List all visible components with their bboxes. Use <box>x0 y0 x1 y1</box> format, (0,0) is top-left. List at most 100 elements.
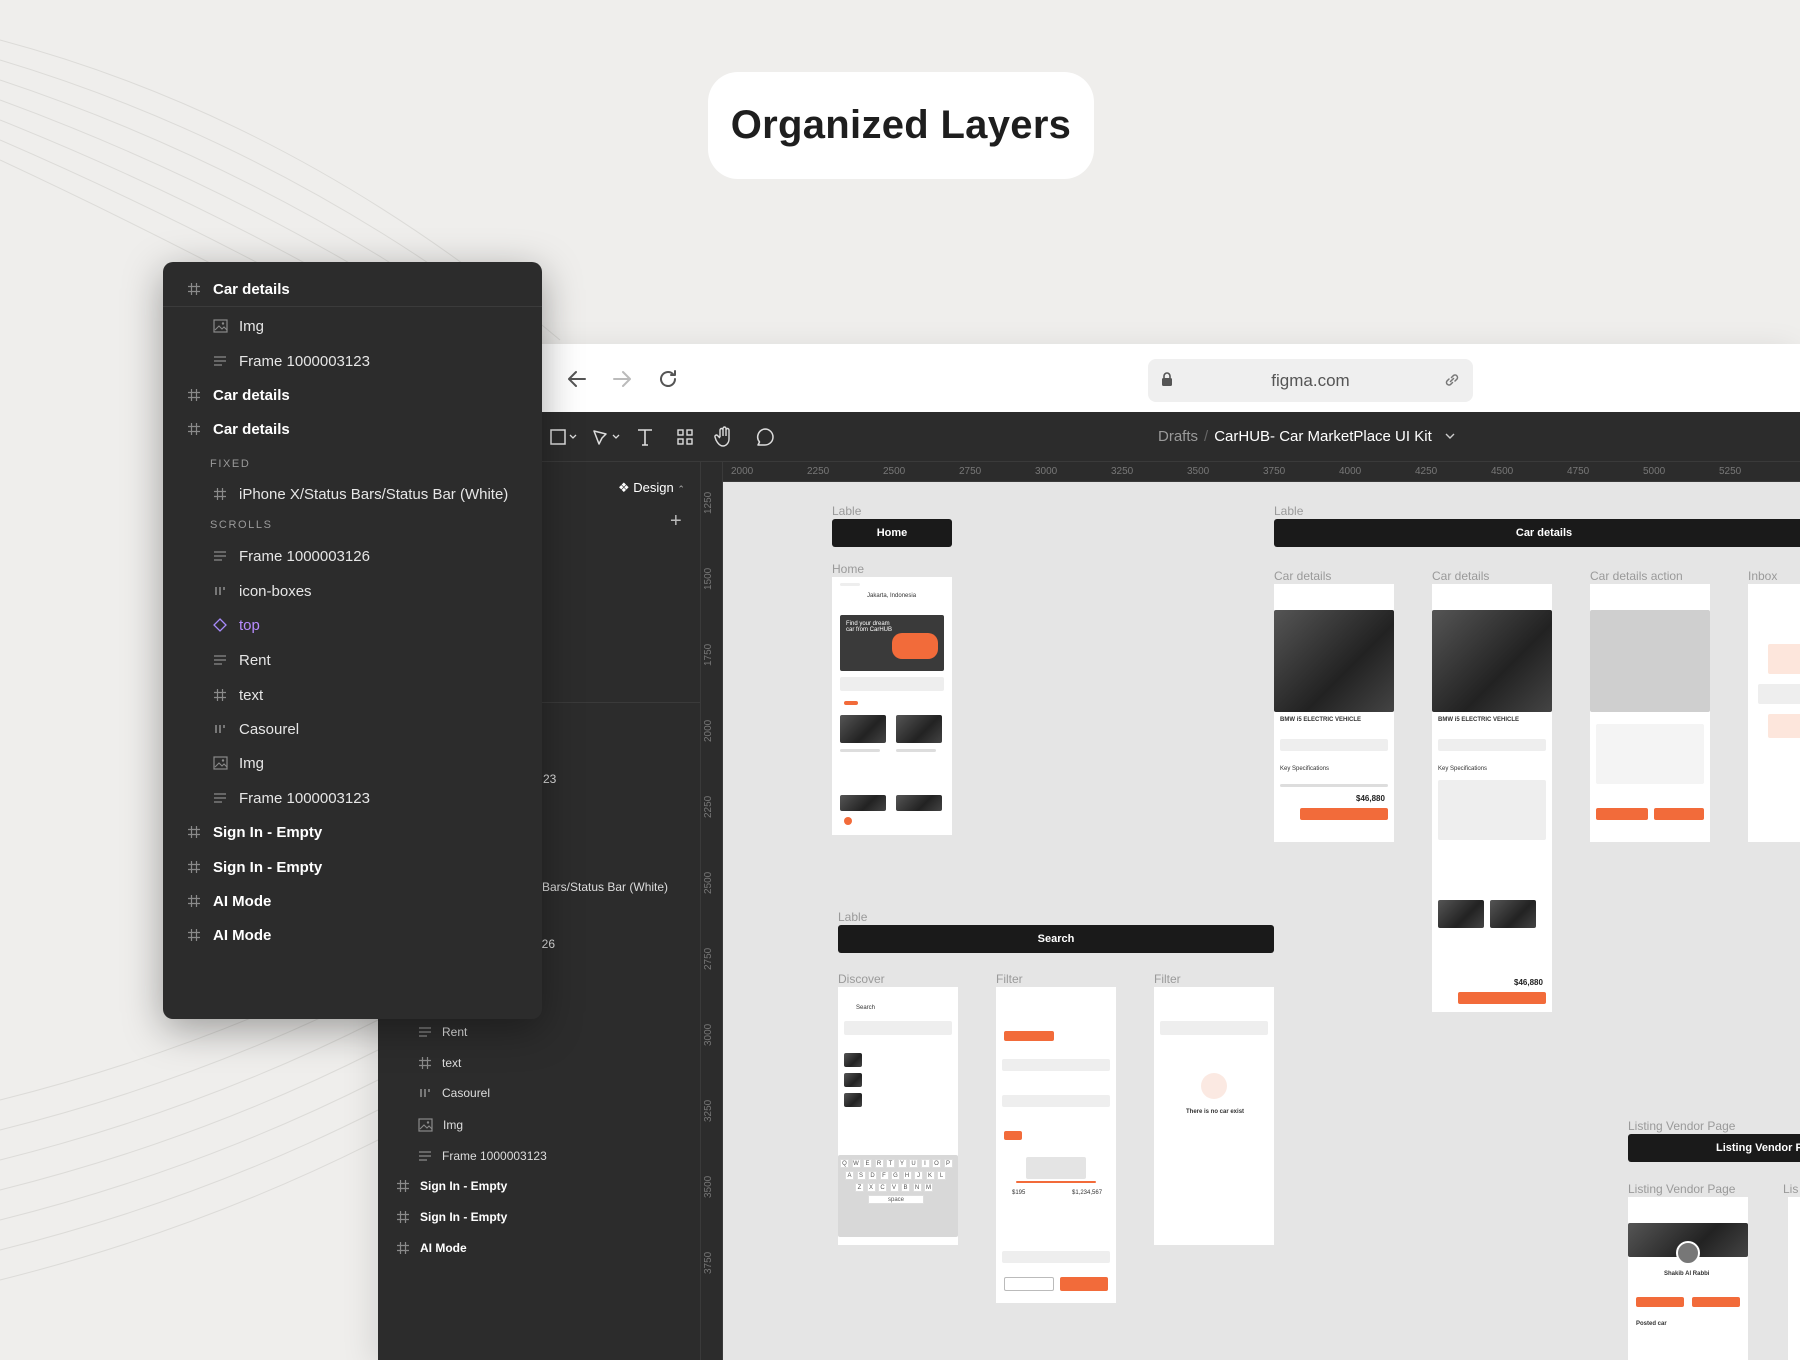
frame-hash-icon <box>396 1179 410 1193</box>
layer-row[interactable]: Sign In - Empty <box>163 854 542 880</box>
ruler-tick: 2750 <box>703 947 714 970</box>
ruler-tick: 5000 <box>1643 466 1666 477</box>
behind-layer-row[interactable]: Img <box>418 1118 463 1132</box>
behind-layer-row[interactable]: Rent <box>418 1025 467 1039</box>
location-text: Jakarta, Indonesia <box>867 593 917 599</box>
keyboard-key: Y <box>897 1159 907 1168</box>
frame-hash-icon <box>185 892 203 910</box>
layer-row[interactable]: Car details <box>163 382 542 408</box>
filter-empty-frame[interactable]: There is no car exist <box>1154 987 1274 1245</box>
breadcrumb-parent[interactable]: Drafts <box>1158 428 1198 445</box>
layer-row[interactable]: Car details <box>163 416 542 442</box>
listing-vendor-frame-2[interactable] <box>1788 1197 1800 1360</box>
car-details-action-frame[interactable] <box>1590 584 1710 842</box>
figma-canvas[interactable]: Lable Home Home Jakarta, Indonesia Find … <box>723 482 1800 1360</box>
ruler-tick: 2500 <box>883 466 906 477</box>
design-tab[interactable]: ❖ Design ⌃ <box>618 480 685 496</box>
filter-frame[interactable]: $195 $1,234,567 <box>996 987 1116 1303</box>
car-title: BMW i5 ELECTRIC VEHICLE <box>1438 717 1520 723</box>
layer-row[interactable]: icon-boxes <box>163 578 542 604</box>
frame-hash-icon <box>396 1241 410 1255</box>
frame-hash-icon <box>185 858 203 876</box>
text-tool[interactable] <box>636 426 654 448</box>
text-lines-icon <box>418 1150 432 1162</box>
behind-layer-row[interactable]: AI Mode <box>396 1241 467 1255</box>
back-button[interactable] <box>562 364 592 394</box>
keyboard-key: I <box>920 1159 930 1168</box>
layer-row[interactable]: Rent <box>163 647 542 673</box>
inbox-frame[interactable] <box>1748 584 1800 842</box>
breadcrumb[interactable]: Drafts / CarHUB- Car MarketPlace UI Kit <box>1158 428 1456 445</box>
layer-row[interactable]: iPhone X/Status Bars/Status Bar (White) <box>163 481 542 507</box>
tab-active <box>844 701 858 705</box>
text-icon <box>638 429 652 446</box>
car-details-frame[interactable]: BMW i5 ELECTRIC VEHICLE Key Specificatio… <box>1432 584 1552 1012</box>
key-specs: Key Specifications <box>1438 766 1488 772</box>
frame-tool[interactable] <box>550 426 580 448</box>
layer-label: AI Mode <box>213 926 272 944</box>
layer-row[interactable]: AI Mode <box>163 922 542 948</box>
price-text: $46,880 <box>1514 978 1543 987</box>
filter-label: Filter <box>1154 972 1181 986</box>
behind-layer-row[interactable]: Casourel <box>418 1086 490 1100</box>
layer-row[interactable]: Img <box>163 313 542 339</box>
text-lines-icon <box>418 1026 432 1038</box>
hand-tool[interactable] <box>714 426 734 448</box>
keyboard-key: Z <box>855 1183 864 1192</box>
reload-button[interactable] <box>653 364 683 394</box>
ruler-tick: 4000 <box>1339 466 1362 477</box>
listing-vendor-frame[interactable]: Shakib Al Rabbi Posted car <box>1628 1197 1748 1360</box>
layer-divider <box>163 306 542 307</box>
chevron-down-icon[interactable] <box>1444 431 1456 441</box>
layer-label: Casourel <box>239 720 300 738</box>
behind-layer-row[interactable]: Frame 1000003123 <box>418 1149 547 1163</box>
behind-layer-row[interactable]: text <box>418 1056 461 1070</box>
layer-row[interactable]: Frame 1000003126 <box>163 543 542 569</box>
behind-layer-row[interactable]: Sign In - Empty <box>396 1179 507 1193</box>
pen-tool[interactable] <box>591 426 623 448</box>
layer-row[interactable]: AI Mode <box>163 888 542 914</box>
arrow-left-icon <box>568 371 586 387</box>
listing-section-bar[interactable]: Listing Vendor P <box>1628 1134 1800 1162</box>
empty-state-icon <box>1201 1073 1227 1099</box>
behind-layer-label: text <box>442 1056 462 1070</box>
add-page-button[interactable]: + <box>670 510 682 533</box>
keyboard-key: M <box>924 1183 933 1192</box>
url-text: figma.com <box>1271 371 1350 390</box>
browser-toolbar: figma.com <box>378 344 1800 412</box>
car-details-frame[interactable]: BMW i5 ELECTRIC VEHICLE Key Specificatio… <box>1274 584 1394 842</box>
discover-label: Discover <box>838 972 885 986</box>
behind-layer-row[interactable]: Sign In - Empty <box>396 1210 507 1224</box>
layer-row[interactable]: Casourel <box>163 716 542 742</box>
layer-row[interactable]: Frame 1000003123 <box>163 348 542 374</box>
frame-hash-icon <box>185 926 203 944</box>
link-icon[interactable] <box>1443 371 1461 394</box>
comment-icon <box>757 428 774 446</box>
address-bar[interactable]: figma.com <box>1148 359 1473 402</box>
section-label: Lable <box>832 504 862 518</box>
keyboard-key: R <box>874 1159 884 1168</box>
car-details-section-bar[interactable]: Car details <box>1274 519 1800 547</box>
frame-hash-icon <box>185 280 203 298</box>
home-section-bar[interactable]: Home <box>832 519 952 547</box>
layer-row[interactable]: Sign In - Empty <box>163 819 542 845</box>
layer-label: top <box>239 616 260 634</box>
forward-button[interactable] <box>607 364 637 394</box>
layer-row[interactable]: Img <box>163 750 542 776</box>
comment-tool[interactable] <box>755 426 775 448</box>
layer-row[interactable]: Frame 1000003123 <box>163 785 542 811</box>
layer-row[interactable]: Car details <box>163 276 542 302</box>
layer-row[interactable]: top <box>163 612 542 638</box>
discover-frame[interactable]: Search Q W E R T Y U I O P A S D F G H J K L Z X C V B N Mspace <box>838 987 958 1245</box>
layer-row[interactable]: text <box>163 682 542 708</box>
keyboard-key: X <box>866 1183 876 1192</box>
chat-bubble <box>1758 684 1800 704</box>
behind-layer-label: Casourel <box>442 1086 491 1100</box>
breadcrumb-file[interactable]: CarHUB- Car MarketPlace UI Kit <box>1214 428 1432 445</box>
layer-label: FIXED <box>210 458 251 470</box>
search-section-bar[interactable]: Search <box>838 925 1274 953</box>
home-frame[interactable]: Jakarta, Indonesia Find your dream car f… <box>832 577 952 835</box>
behind-layer-label: AI Mode <box>420 1241 467 1255</box>
resources-tool[interactable] <box>676 426 694 448</box>
components-icon <box>677 429 693 445</box>
